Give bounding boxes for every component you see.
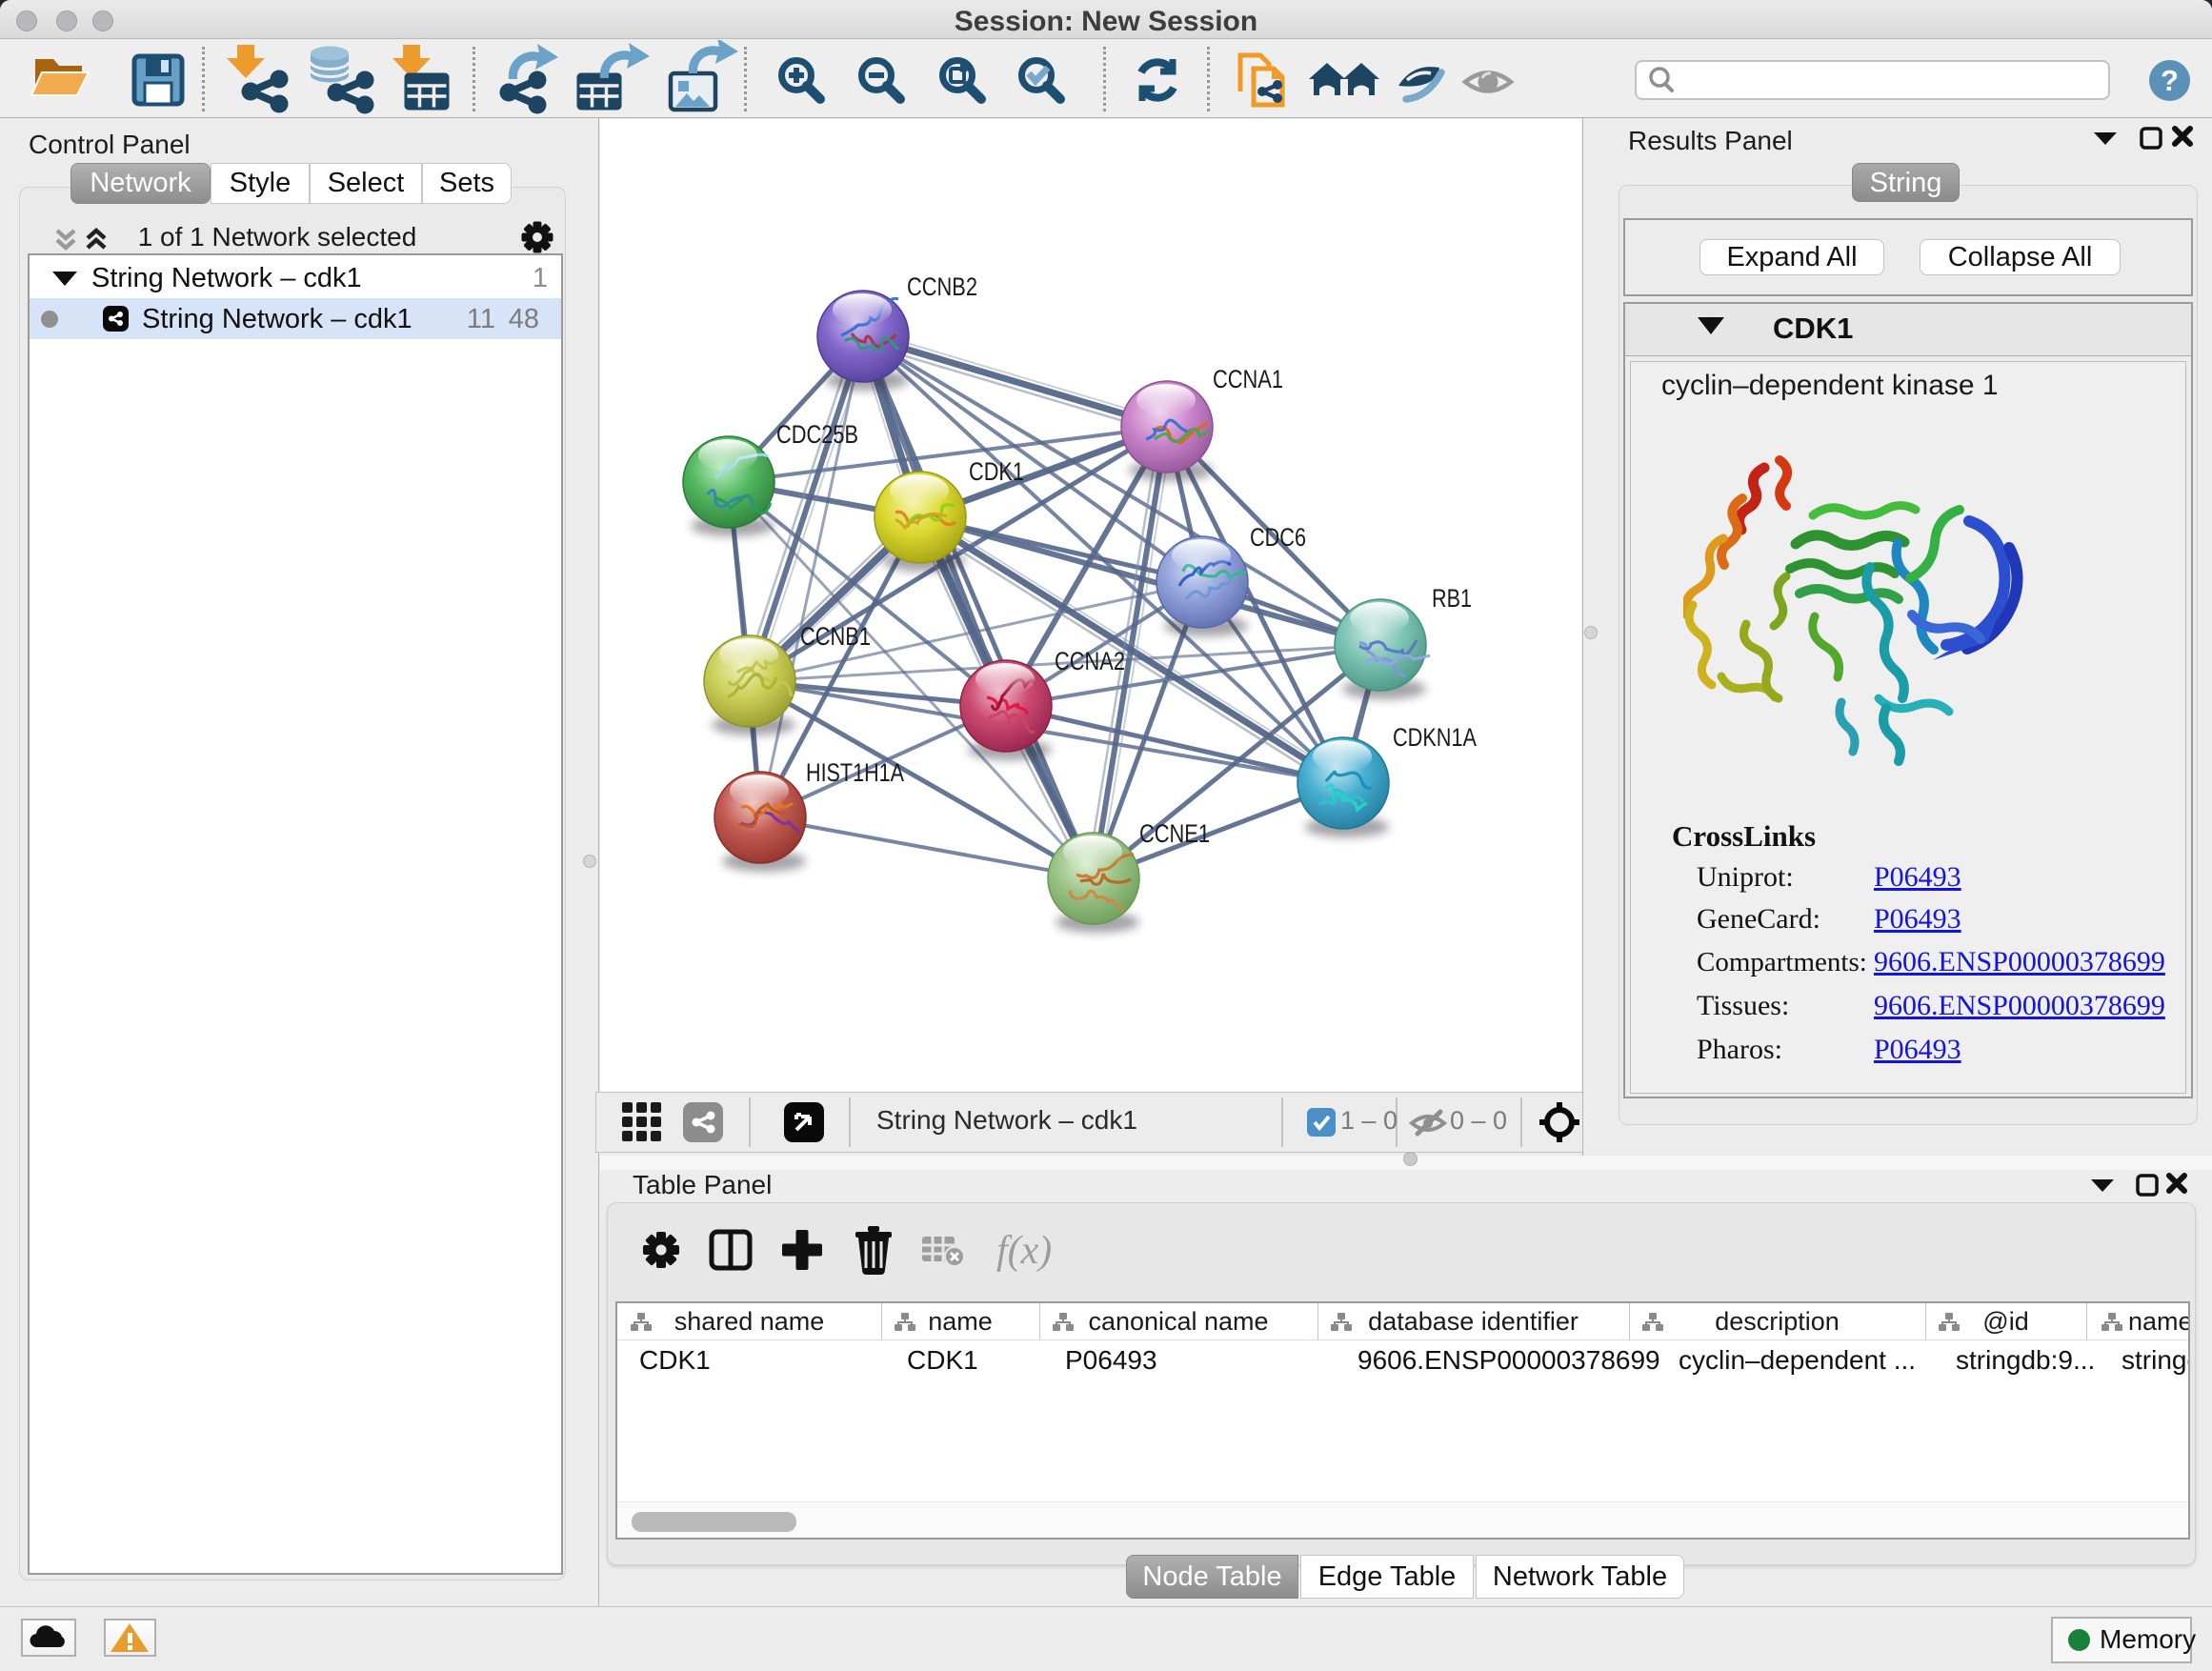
svg-text:CCNB1: CCNB1: [800, 622, 871, 651]
svg-text:CCNE1: CCNE1: [1139, 819, 1210, 848]
svg-text:CDKN1A: CDKN1A: [1393, 723, 1477, 752]
svg-text:CDC25B: CDC25B: [776, 420, 858, 449]
svg-text:RB1: RB1: [1432, 584, 1472, 613]
svg-text:CDC6: CDC6: [1250, 523, 1306, 552]
svg-text:CCNA1: CCNA1: [1213, 365, 1283, 393]
svg-text:CDK1: CDK1: [969, 457, 1024, 486]
svg-text:CCNA2: CCNA2: [1055, 647, 1125, 675]
svg-text:f(x): f(x): [996, 1229, 1052, 1273]
svg-text:CCNB2: CCNB2: [907, 272, 977, 301]
svg-text:HIST1H1A: HIST1H1A: [806, 758, 904, 787]
